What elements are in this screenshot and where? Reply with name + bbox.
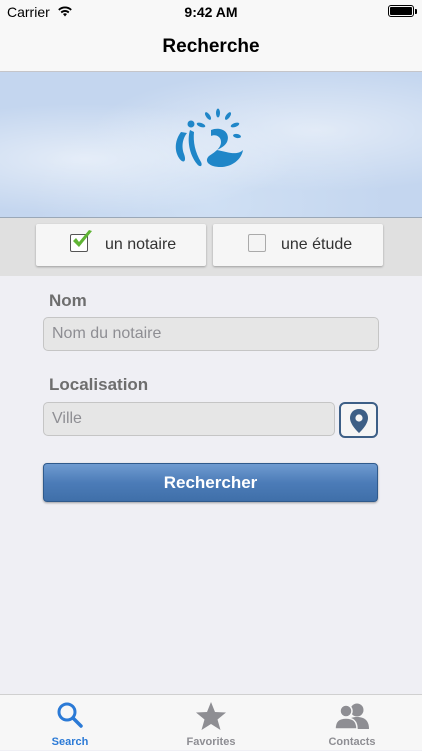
name-label: Nom bbox=[49, 291, 87, 310]
navigation-bar: Recherche bbox=[0, 22, 422, 72]
tab-contacts-label: Contacts bbox=[328, 736, 376, 748]
page-title: Recherche bbox=[162, 36, 260, 57]
tab-contacts[interactable]: Contacts bbox=[282, 695, 422, 751]
tab-favorites[interactable]: Favorites bbox=[141, 695, 281, 751]
contacts-icon bbox=[334, 703, 369, 730]
tab-search[interactable]: Search bbox=[0, 695, 140, 751]
checkbox-checked-icon[interactable] bbox=[70, 230, 92, 252]
tab-search-label: Search bbox=[51, 736, 89, 748]
notaires-logo-icon bbox=[175, 108, 243, 168]
option-notaire-label: un notaire bbox=[105, 236, 177, 253]
status-bar: Carrier 9:42 AM bbox=[0, 0, 422, 22]
city-input[interactable] bbox=[43, 402, 335, 436]
map-pin-icon bbox=[350, 409, 368, 433]
header-banner bbox=[0, 72, 422, 218]
option-etude-label: une étude bbox=[281, 236, 353, 253]
search-type-selector: un notaire une étude bbox=[0, 218, 422, 276]
tab-bar: Search Favorites Contacts bbox=[0, 694, 422, 750]
option-etude-button[interactable]: une étude bbox=[213, 224, 383, 266]
search-submit-button[interactable]: Rechercher bbox=[43, 463, 378, 502]
checkbox-unchecked-icon[interactable] bbox=[248, 234, 266, 252]
location-label: Localisation bbox=[49, 375, 149, 394]
clock: 9:42 AM bbox=[184, 4, 238, 20]
option-notaire-button[interactable]: un notaire bbox=[36, 224, 206, 266]
search-icon bbox=[57, 702, 83, 728]
name-input[interactable] bbox=[43, 317, 379, 351]
locate-me-button[interactable] bbox=[339, 402, 378, 438]
star-icon bbox=[196, 702, 226, 730]
tab-favorites-label: Favorites bbox=[186, 736, 236, 748]
battery-icon bbox=[388, 5, 417, 17]
